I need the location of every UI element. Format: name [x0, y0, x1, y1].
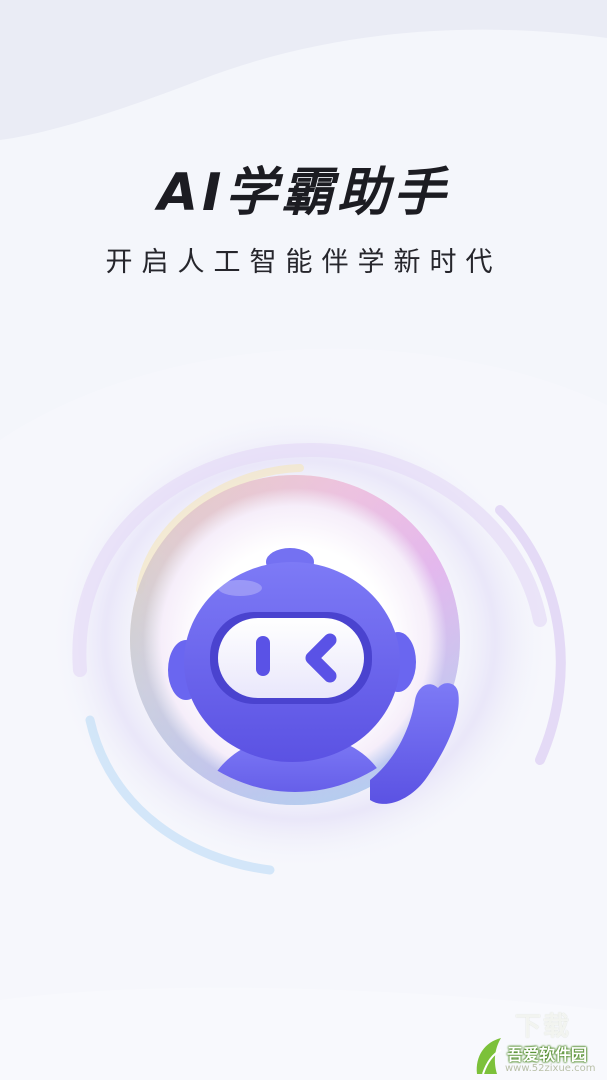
- hero-illustration: [0, 340, 607, 900]
- robot-mascot-icon: [50, 410, 566, 875]
- app-title: AI学霸助手: [157, 163, 450, 223]
- app-slogan: 开启人工智能伴学新时代: [105, 247, 502, 278]
- watermark-faded-text: 下载: [515, 1012, 572, 1042]
- watermark-site-name: 吾爱软件园: [507, 1045, 588, 1064]
- splash-screen: { "splash": { "title": "AI学霸助手", "subtit…: [0, 0, 607, 1080]
- site-watermark: 下载 吾爱软件园 www.52zixue.com: [471, 1004, 601, 1076]
- watermark-url: www.52zixue.com: [505, 1063, 596, 1074]
